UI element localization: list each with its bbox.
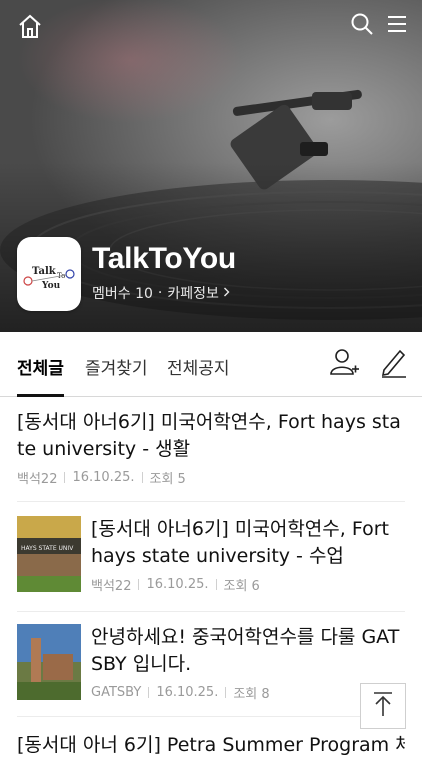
- post-date: 16.10.25.: [72, 470, 135, 485]
- list-item[interactable]: 안녕하세요! 중국어학연수를 다룰 GATSBY 입니다. GATSBY 16.…: [17, 624, 405, 717]
- board-tabs: 전체글 즐겨찾기 전체공지: [0, 332, 422, 397]
- home-icon: [17, 13, 43, 43]
- menu-icon: [386, 14, 408, 38]
- post-date: 16.10.25.: [156, 685, 219, 700]
- tab-all-posts[interactable]: 전체글: [17, 354, 64, 379]
- post-text: 안녕하세요! 중국어학연수를 다룰 GATSBY 입니다. GATSBY 16.…: [91, 624, 405, 702]
- post-date: 16.10.25.: [146, 577, 209, 592]
- active-tab-indicator: [17, 394, 64, 397]
- post-title[interactable]: [동서대 아너 6기] Petra Summer Program 체험: [17, 732, 405, 759]
- tab-all-notices[interactable]: 전체공지: [167, 354, 230, 379]
- list-item[interactable]: [동서대 아너6기] 미국어학연수, Fort hays state unive…: [17, 409, 405, 502]
- search-icon: [350, 12, 374, 40]
- pencil-icon: [378, 346, 408, 382]
- logo-text-you: You: [41, 281, 61, 291]
- meta-divider: [148, 687, 150, 698]
- add-member-icon: [328, 346, 360, 382]
- post-thumbnail: [17, 624, 81, 700]
- post-thumbnail: HAYS STATE UNIV: [17, 516, 81, 592]
- invite-member-button[interactable]: [324, 344, 364, 384]
- cafe-info-link[interactable]: 카페정보: [167, 283, 219, 303]
- post-title[interactable]: [동서대 아너6기] 미국어학연수, Fort hays state unive…: [91, 516, 405, 570]
- cafe-header: Talk To You TalkToYou 멤버수 10 · 카페정보: [0, 0, 422, 332]
- meta-separator: ·: [157, 285, 163, 301]
- post-author: 백석22: [91, 579, 132, 594]
- cafe-meta: 멤버수 10 · 카페정보: [92, 283, 230, 303]
- svg-text:HAYS STATE UNIV: HAYS STATE UNIV: [21, 545, 74, 552]
- list-item[interactable]: [동서대 아너 6기] Petra Summer Program 체험: [17, 732, 405, 762]
- arrow-up-icon: [372, 691, 394, 721]
- home-button[interactable]: [14, 12, 46, 44]
- post-views: 조회 8: [233, 687, 270, 702]
- scroll-to-top-button[interactable]: [360, 683, 406, 729]
- tab-favorites[interactable]: 즐겨찾기: [85, 354, 148, 379]
- meta-divider: [141, 472, 143, 483]
- post-views: 조회 5: [149, 472, 186, 487]
- meta-divider: [215, 579, 217, 590]
- post-views: 조회 6: [223, 579, 260, 594]
- chevron-right-icon: [223, 285, 230, 301]
- post-author: 백석22: [17, 472, 58, 487]
- post-title[interactable]: 안녕하세요! 중국어학연수를 다룰 GATSBY 입니다.: [91, 624, 405, 678]
- meta-divider: [64, 472, 66, 483]
- post-meta: GATSBY 16.10.25. 조회 8: [91, 683, 405, 702]
- write-post-button[interactable]: [373, 344, 413, 384]
- post-title[interactable]: [동서대 아너6기] 미국어학연수, Fort hays state unive…: [17, 409, 405, 463]
- cafe-name: TalkToYou: [92, 242, 236, 275]
- meta-divider: [225, 687, 227, 698]
- meta-divider: [138, 579, 140, 590]
- menu-button[interactable]: [382, 10, 412, 42]
- list-item[interactable]: HAYS STATE UNIV [동서대 아너6기] 미국어학연수, Fort …: [17, 516, 405, 612]
- cafe-logo[interactable]: Talk To You: [17, 237, 81, 311]
- post-author: GATSBY: [91, 685, 142, 700]
- search-button[interactable]: [347, 10, 377, 42]
- post-meta: 백석22 16.10.25. 조회 6: [91, 575, 405, 594]
- post-text: [동서대 아너6기] 미국어학연수, Fort hays state unive…: [91, 516, 405, 594]
- post-meta: 백석22 16.10.25. 조회 5: [17, 468, 405, 487]
- member-count: 멤버수 10: [92, 286, 153, 302]
- logo-text-talk: Talk: [32, 266, 57, 277]
- cafe-logo-image: Talk To You: [23, 266, 75, 291]
